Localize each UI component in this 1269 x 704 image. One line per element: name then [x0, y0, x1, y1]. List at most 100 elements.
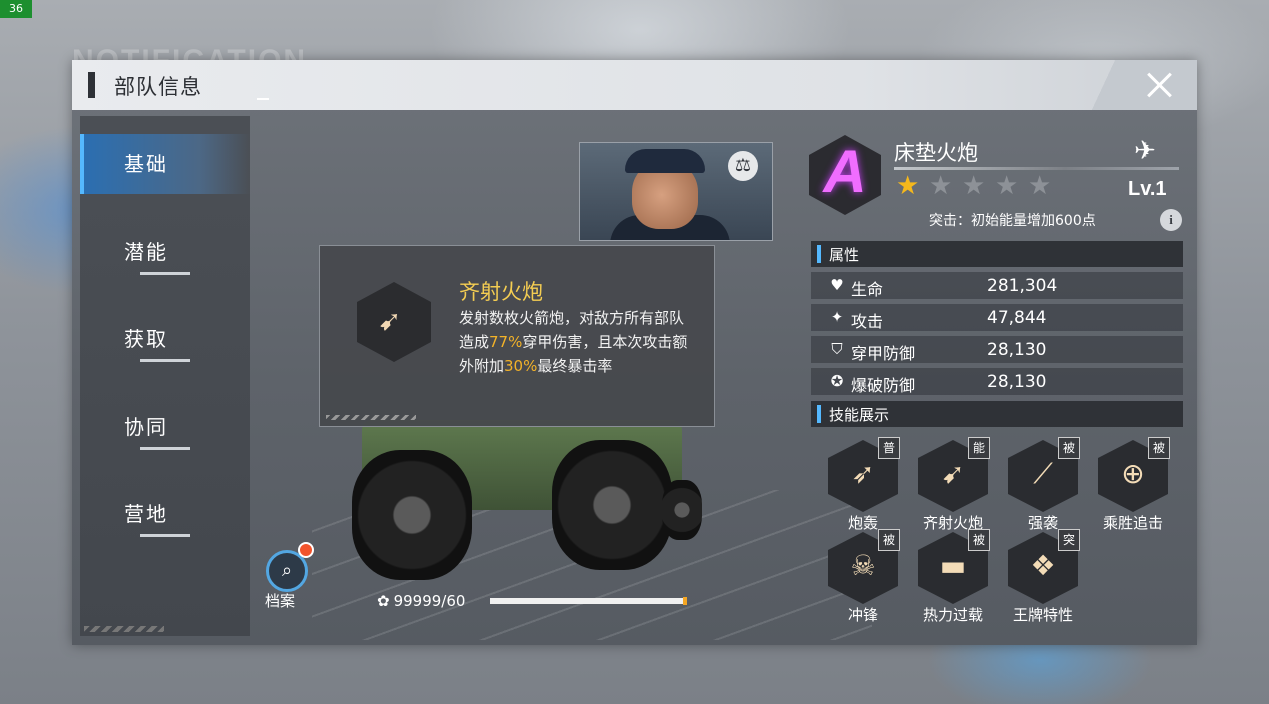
tab-camp[interactable]: 营地 — [80, 484, 250, 544]
skill-assault[interactable]: ⟋ 被 强袭 — [998, 437, 1088, 532]
skill-bombard[interactable]: ➶ 普 炮轰 — [818, 437, 908, 532]
archive-label: 档案 — [265, 592, 296, 610]
tab-divider — [140, 272, 190, 275]
skill-type-tag: 被 — [1058, 437, 1080, 459]
unit-level: Lv.1 — [1128, 178, 1167, 200]
skill-name: 王牌特性 — [1012, 606, 1073, 624]
tab-synergy[interactable]: 协同 — [80, 397, 250, 457]
unit-name: 床垫火炮 — [894, 141, 978, 165]
unit-info-panel: 部队信息 基础 潜能 获取 协同 营地 ⚖ ➹ 齐射火炮 发射数枚火箭炮，对敌方… — [72, 60, 1197, 645]
decor-stripe — [326, 415, 416, 420]
star-icon: ★ — [962, 171, 986, 201]
breakthrough-text: 突击：初始能量增加600点 — [929, 213, 1096, 229]
blast-shield-icon: ✪ — [830, 372, 844, 390]
info-button[interactable]: i — [1160, 209, 1182, 231]
energy-bar-fill — [490, 598, 685, 604]
skill-name: 冲锋 — [847, 606, 878, 624]
skill-name: 热力过载 — [922, 606, 983, 624]
stat-value: 28,130 — [987, 372, 1047, 392]
stat-value: 28,130 — [987, 340, 1047, 360]
commander-portrait: ⚖ — [579, 142, 773, 241]
skill-overload[interactable]: ▬ 被 热力过载 — [908, 529, 998, 624]
desc-highlight: 30% — [504, 357, 538, 375]
tab-label: 基础 — [124, 152, 168, 176]
tab-obtain[interactable]: 获取 — [80, 309, 250, 369]
rank-badge: A — [809, 135, 881, 215]
tab-basic[interactable]: 基础 — [80, 134, 250, 194]
title-underline — [257, 98, 269, 100]
skill-tooltip: ➹ 齐射火炮 发射数枚火箭炮，对敌方所有部队造成77%穿甲伤害，且本次攻击额外附… — [319, 245, 715, 427]
energy-icon: ✿ — [377, 592, 390, 610]
stat-row-blast-def: ✪ 爆破防御 28,130 — [811, 368, 1183, 395]
skill-type-tag: 被 — [968, 529, 990, 551]
attack-icon: ✦ — [830, 308, 844, 326]
rocket-salvo-icon: ➹ — [941, 457, 965, 490]
rocket-salvo-icon: ➹ — [378, 304, 402, 337]
star-icon: ★ — [1028, 171, 1052, 201]
notification-dot — [298, 542, 314, 558]
vehicle-wheel — [662, 480, 702, 540]
tab-potential[interactable]: 潜能 — [80, 222, 250, 282]
skill-salvo[interactable]: ➹ 能 齐射火炮 — [908, 437, 998, 532]
crosshair-icon: ⊕ — [1121, 457, 1145, 490]
header-accent — [88, 72, 95, 98]
unit-model[interactable] — [342, 410, 712, 580]
tab-divider — [140, 447, 190, 450]
section-marker — [817, 405, 821, 423]
portrait-hat — [625, 149, 705, 173]
skill-name: 乘胜追击 — [1102, 514, 1163, 532]
fps-counter: 36 — [0, 0, 32, 18]
stat-name: 攻击 — [851, 312, 884, 331]
skills-header: 技能展示 — [811, 401, 1183, 427]
stat-name: 爆破防御 — [851, 376, 916, 395]
skill-charge[interactable]: ☠ 被 冲锋 — [818, 529, 908, 624]
energy-text: 99999/60 — [393, 592, 466, 610]
active-indicator — [80, 134, 84, 194]
desc-highlight: 77% — [489, 333, 523, 351]
scales-icon: ⚖ — [728, 151, 758, 181]
energy-bar-cap — [683, 597, 687, 605]
section-title: 属性 — [829, 246, 860, 264]
star-icon: ★ — [896, 171, 920, 201]
star-icon: ★ — [995, 171, 1019, 201]
header-bar: 部队信息 — [72, 60, 1197, 110]
decor-stripe — [84, 626, 164, 632]
stat-name: 生命 — [851, 280, 884, 299]
stat-row-attack: ✦ 攻击 47,844 — [811, 304, 1183, 331]
tank-icon: ▬ — [939, 549, 967, 582]
tab-label: 潜能 — [124, 240, 168, 264]
section-marker — [817, 245, 821, 263]
stat-row-armor-def: ⛉ 穿甲防御 28,130 — [811, 336, 1183, 363]
archive-button[interactable]: ⌕ 档案 — [264, 542, 314, 610]
tab-label: 获取 — [124, 327, 168, 351]
vehicle-wheel — [552, 440, 672, 570]
tooltip-description: 发射数枚火箭炮，对敌方所有部队造成77%穿甲伤害，且本次攻击额外附加30%最终暴… — [459, 306, 693, 378]
ace-emblem-icon: ❖ — [1030, 549, 1056, 582]
rank-letter: A — [823, 138, 867, 205]
close-area — [1092, 60, 1197, 110]
skill-ace-trait[interactable]: ❖ 突 王牌特性 — [998, 529, 1088, 624]
skill-pursuit[interactable]: ⊕ 被 乘胜追击 — [1088, 437, 1178, 532]
stat-row-hp: ♥ 生命 281,304 — [811, 272, 1183, 299]
energy-bar — [490, 597, 687, 605]
close-button[interactable] — [1143, 69, 1175, 101]
stat-name: 穿甲防御 — [851, 344, 916, 363]
skill-type-tag: 被 — [878, 529, 900, 551]
attributes-header: 属性 — [811, 241, 1183, 267]
energy-counter: ✿ 99999/60 — [377, 592, 465, 610]
page-title: 部队信息 — [114, 75, 202, 99]
tab-label: 营地 — [124, 502, 168, 526]
star-icon: ★ — [929, 171, 953, 201]
vehicle-wheel — [352, 450, 472, 580]
skill-type-tag: 突 — [1058, 529, 1080, 551]
shell-icon: ➶ — [851, 457, 875, 490]
armor-shield-icon: ⛉ — [831, 340, 843, 358]
section-title: 技能展示 — [829, 406, 890, 424]
skill-type-tag: 能 — [968, 437, 990, 459]
skull-icon: ☠ — [850, 549, 876, 582]
tab-label: 协同 — [124, 415, 168, 439]
tab-divider — [140, 534, 190, 537]
desc-text: 最终暴击率 — [537, 357, 613, 375]
slash-icon: ⟋ — [1033, 457, 1053, 490]
jet-icon: ✈ — [1134, 136, 1156, 166]
